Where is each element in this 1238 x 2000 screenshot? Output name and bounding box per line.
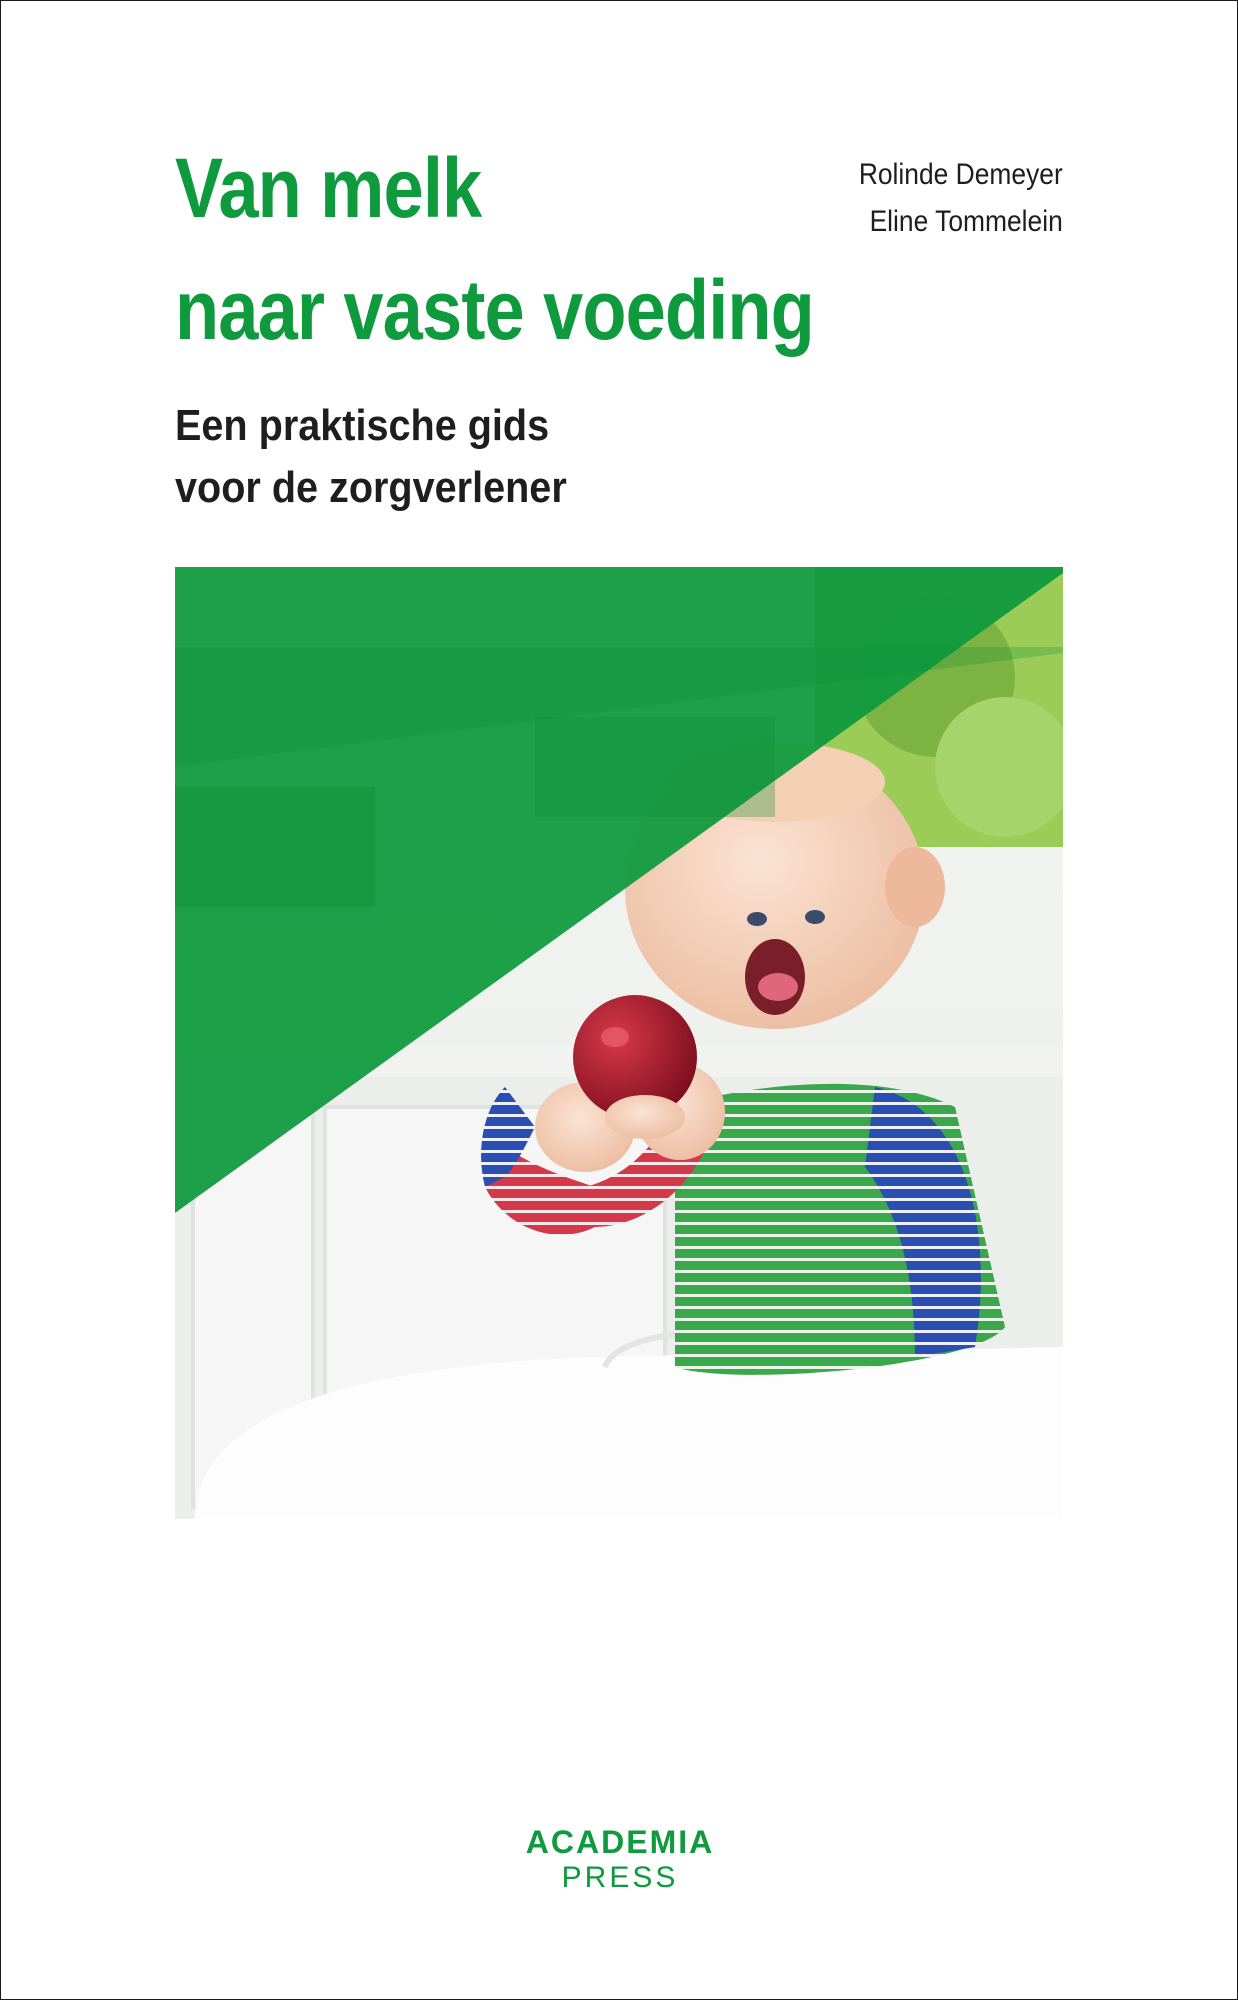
- author-2: Eline Tommelein: [869, 205, 1063, 238]
- author-1: Rolinde Demeyer: [859, 158, 1063, 191]
- book-subtitle: Een praktische gids voor de zorgverlener: [175, 395, 610, 519]
- title-line-1: Van melk: [175, 141, 482, 235]
- cover-photo: [175, 567, 1063, 1519]
- subtitle-line-1: Een praktische gids: [175, 401, 550, 450]
- authors: Rolinde Demeyer Eline Tommelein: [831, 151, 1063, 245]
- publisher-logo: ACADEMIA PRESS: [1, 1824, 1237, 1897]
- book-title: Van melk naar vaste voeding: [175, 127, 918, 371]
- subtitle-line-2: voor de zorgverlener: [175, 463, 567, 512]
- publisher-press: PRESS: [561, 1861, 679, 1894]
- book-cover: Van melk naar vaste voeding Rolinde Deme…: [0, 0, 1238, 2000]
- publisher-name: ACADEMIA: [525, 1824, 715, 1860]
- title-line-2: naar vaste voeding: [175, 263, 815, 357]
